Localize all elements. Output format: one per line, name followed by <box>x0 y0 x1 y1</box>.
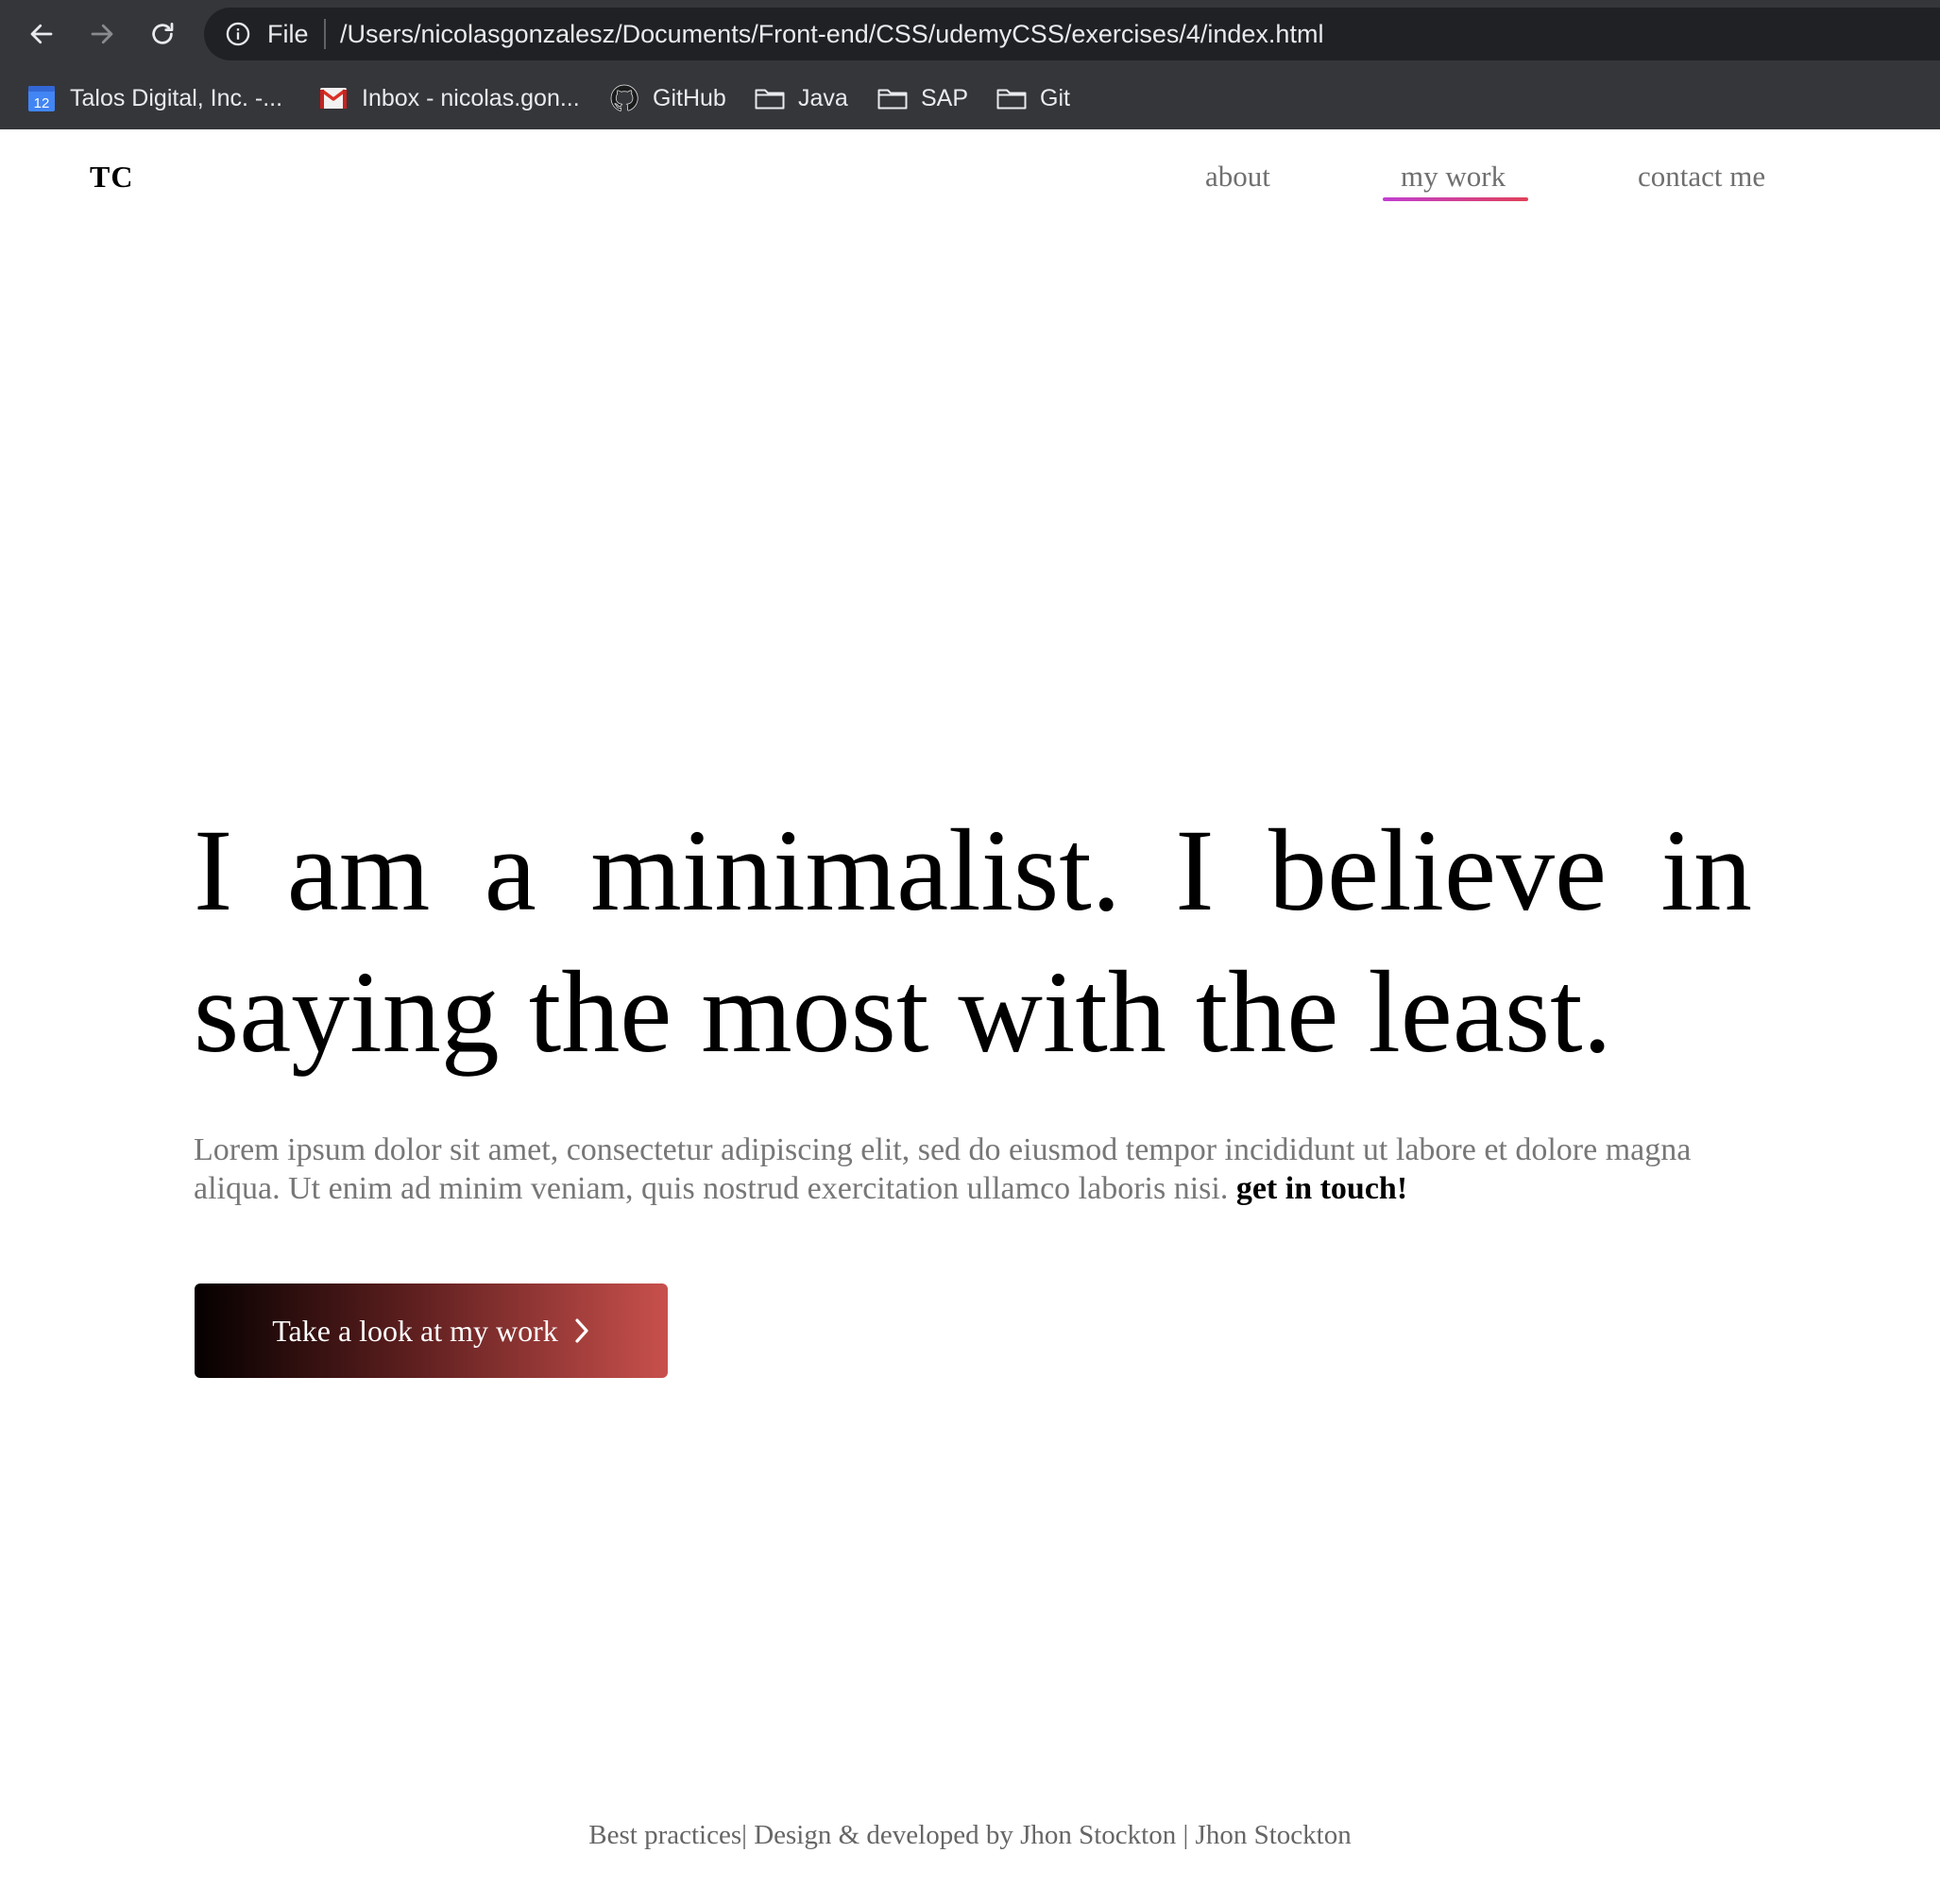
nav-about[interactable]: about <box>1205 158 1270 196</box>
bookmark-github[interactable]: GitHub <box>609 81 726 115</box>
bookmarks-bar: 12 Talos Digital, Inc. -... Inbox - nico… <box>0 76 1940 121</box>
hero-title: I am a minimalist. I believe in saying t… <box>194 806 1752 1077</box>
nav-contact-me[interactable]: contact me <box>1638 158 1765 196</box>
hero-description-text: Lorem ipsum dolor sit amet, consectetur … <box>194 1132 1692 1206</box>
bookmark-label: GitHub <box>653 85 726 111</box>
arrow-left-icon <box>30 24 53 44</box>
hero-description: Lorem ipsum dolor sit amet, consectetur … <box>194 1130 1752 1208</box>
address-scheme: File <box>267 20 309 48</box>
get-in-touch-link[interactable]: get in touch! <box>1236 1171 1407 1206</box>
bookmark-inbox[interactable]: Inbox - nicolas.gon... <box>318 81 580 115</box>
bookmark-sap[interactable]: SAP <box>877 81 968 115</box>
gmail-icon <box>318 83 349 113</box>
take-a-look-button[interactable]: Take a look at my work <box>195 1284 668 1378</box>
browser-toolbar: File /Users/nicolasgonzalesz/Documents/F… <box>0 0 1940 68</box>
bookmark-label: Git <box>1040 85 1070 111</box>
reload-icon <box>152 23 174 44</box>
chevron-right-icon <box>573 1317 590 1345</box>
back-button[interactable] <box>21 13 62 55</box>
folder-icon <box>877 83 908 113</box>
bookmark-java[interactable]: Java <box>755 81 848 115</box>
folder-icon <box>755 83 785 113</box>
calendar-icon: 12 <box>26 83 57 113</box>
nav-my-work[interactable]: my work <box>1401 158 1506 196</box>
web-page: TC about my work contact me I am a minim… <box>0 129 1940 1904</box>
address-divider <box>324 19 326 49</box>
bookmark-git[interactable]: Git <box>996 81 1070 115</box>
bookmark-label: SAP <box>921 85 969 111</box>
bookmark-talos[interactable]: 12 Talos Digital, Inc. -... <box>26 81 282 115</box>
address-url[interactable]: /Users/nicolasgonzalesz/Documents/Front-… <box>340 18 1323 50</box>
bookmark-label: Java <box>798 85 848 111</box>
arrow-right-icon <box>91 24 113 44</box>
reload-button[interactable] <box>142 13 183 55</box>
active-nav-underline <box>1383 197 1528 201</box>
address-bar[interactable]: File /Users/nicolasgonzalesz/Documents/F… <box>204 8 1940 60</box>
bookmark-label: Inbox - nicolas.gon... <box>362 85 580 111</box>
browser-chrome: File /Users/nicolasgonzalesz/Documents/F… <box>0 0 1940 129</box>
site-footer: Best practices| Design & developed by Jh… <box>588 1820 1352 1850</box>
calendar-day: 12 <box>34 95 50 111</box>
info-icon[interactable] <box>225 21 251 47</box>
take-a-look-button-label: Take a look at my work <box>272 1314 558 1348</box>
github-icon <box>609 83 639 113</box>
site-nav: about my work contact me <box>0 158 1940 214</box>
forward-button[interactable] <box>81 13 123 55</box>
folder-icon <box>996 83 1027 113</box>
bookmark-label: Talos Digital, Inc. -... <box>70 85 283 111</box>
